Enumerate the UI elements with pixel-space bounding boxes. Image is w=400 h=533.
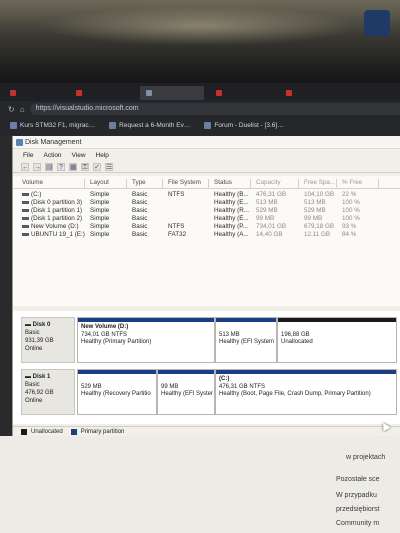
menu-help[interactable]: Help <box>96 150 109 161</box>
tab-strip <box>0 83 400 101</box>
column-header-percent-free[interactable]: % Free <box>339 179 379 188</box>
volume-list: Volume Layout Type File System Status Ca… <box>13 176 400 306</box>
partition-disk1-c-drive[interactable]: (C:) 476,31 GB NTFS Healthy (Boot, Page … <box>215 369 397 415</box>
browser-tab[interactable] <box>4 86 64 100</box>
bookmark-item[interactable]: Request a 6-Month Ev… <box>109 122 190 129</box>
drive-icon <box>22 224 29 228</box>
toolbar: ← → ▤ ? ▦ ⚿ ✓ ☰ <box>13 161 400 173</box>
help-icon[interactable]: ? <box>57 162 65 171</box>
column-header-volume[interactable]: Volume <box>19 179 85 188</box>
url-input[interactable]: https://visualstudio.microsoft.com <box>29 103 400 115</box>
background-web-page: w projektach Pozostałe sce W przypadku p… <box>0 436 400 533</box>
drive-icon <box>22 232 29 236</box>
bookmark-icon <box>204 122 212 129</box>
browser-tab[interactable] <box>210 86 274 100</box>
drive-icon <box>22 192 29 196</box>
table-row[interactable]: (Disk 1 partition 2) Simple Basic Health… <box>13 215 400 223</box>
drive-icon <box>22 200 29 204</box>
bookmark-icon <box>10 122 17 129</box>
bookmarks-bar: Kurs STM32 F1, migrac… Request a 6-Month… <box>0 117 400 134</box>
details-icon[interactable]: ☰ <box>105 162 113 171</box>
menu-action[interactable]: Action <box>43 150 61 161</box>
menu-bar: File Action View Help <box>13 150 109 161</box>
unallocated-swatch <box>21 428 27 435</box>
laptop-bezel <box>0 0 400 90</box>
legend: Unallocated Primary partition <box>13 426 400 436</box>
corner-sticker <box>364 10 390 36</box>
header-divider <box>13 188 400 189</box>
legend-unallocated: Unallocated <box>31 428 63 435</box>
table-row[interactable]: New Volume (D:) Simple Basic NTFS Health… <box>13 223 400 231</box>
browser-tab-active[interactable] <box>140 86 204 100</box>
column-header-capacity[interactable]: Capacity <box>253 179 299 188</box>
drive-icon <box>22 208 29 212</box>
column-header-layout[interactable]: Layout <box>87 179 127 188</box>
partition-bar <box>78 370 156 374</box>
tab-favicon-icon <box>10 90 16 96</box>
column-header-type[interactable]: Type <box>129 179 163 188</box>
disk-0-label[interactable]: ▬ Disk 0 Basic 931,39 GB Online <box>21 317 75 363</box>
refresh-icon[interactable]: ↻ <box>8 105 15 114</box>
browser-tab[interactable] <box>280 86 344 100</box>
window-titlebar: Disk Management <box>13 136 400 149</box>
table-row[interactable]: UBUNTU 19_1 (E:) Simple Basic FAT32 Heal… <box>13 231 400 239</box>
home-icon[interactable]: ⌂ <box>20 105 25 114</box>
disk-icon: ▬ <box>25 374 33 380</box>
list-view-icon[interactable]: ▤ <box>45 162 53 171</box>
partition-bar <box>78 318 214 322</box>
partition-disk1-recovery[interactable]: 529 MB Healthy (Recovery Partitio <box>77 369 157 415</box>
tab-favicon-icon <box>216 90 222 96</box>
key-icon[interactable]: ⚿ <box>81 162 89 171</box>
table-row[interactable]: (Disk 1 partition 1) Simple Basic Health… <box>13 207 400 215</box>
back-arrow-icon[interactable]: ← <box>21 162 29 171</box>
disk-icon: ▬ <box>25 322 33 328</box>
disk-management-window: Disk Management File Action View Help ← … <box>12 136 400 436</box>
menu-file[interactable]: File <box>23 150 33 161</box>
disk-1-label[interactable]: ▬ Disk 1 Basic 476,92 GB Online <box>21 369 75 415</box>
drive-icon <box>22 216 29 220</box>
primary-swatch <box>70 428 77 435</box>
partition-disk0-efi[interactable]: 513 MB Healthy (EFI System <box>215 317 277 363</box>
partition-bar <box>216 318 276 322</box>
column-header-file-system[interactable]: File System <box>165 179 209 188</box>
bookmark-item[interactable]: Forum - Duelist - [3.6]… <box>204 122 284 129</box>
forward-arrow-icon[interactable]: → <box>33 162 41 171</box>
table-row[interactable]: (C:) Simple Basic NTFS Healthy (B... 476… <box>13 191 400 199</box>
table-row[interactable]: (Disk 0 partition 3) Simple Basic Health… <box>13 199 400 207</box>
light-reflection <box>40 6 360 46</box>
column-header-free-space[interactable]: Free Spa... <box>301 179 337 188</box>
tab-favicon-icon <box>286 90 292 96</box>
browser-chrome: ↻ ⌂ https://visualstudio.microsoft.com K… <box>0 83 400 135</box>
browser-tab[interactable] <box>70 86 134 100</box>
partition-disk0-unallocated[interactable]: 196,88 GB Unallocated <box>277 317 397 363</box>
menu-view[interactable]: View <box>72 150 86 161</box>
partition-bar <box>216 370 396 374</box>
partition-disk1-efi[interactable]: 99 MB Healthy (EFI Syster <box>157 369 215 415</box>
legend-primary: Primary partition <box>80 428 125 435</box>
properties-icon[interactable]: ▦ <box>69 162 77 171</box>
partition-bar <box>158 370 214 374</box>
window-title: Disk Management <box>25 139 82 146</box>
column-header-status[interactable]: Status <box>211 179 251 188</box>
bookmark-icon <box>109 122 117 129</box>
tab-favicon-icon <box>76 90 82 96</box>
address-bar-row: ↻ ⌂ https://visualstudio.microsoft.com <box>0 101 400 117</box>
disk-graphical-view: ▬ Disk 0 Basic 931,39 GB Online New Volu… <box>13 311 400 424</box>
disk-management-icon <box>16 139 23 146</box>
partition-bar <box>278 318 396 322</box>
partition-disk0-new-volume[interactable]: New Volume (D:) 734,01 GB NTFS Healthy (… <box>77 317 215 363</box>
check-icon[interactable]: ✓ <box>93 162 101 171</box>
bookmark-item[interactable]: Kurs STM32 F1, migrac… <box>10 122 95 129</box>
tab-favicon-icon <box>146 90 152 96</box>
